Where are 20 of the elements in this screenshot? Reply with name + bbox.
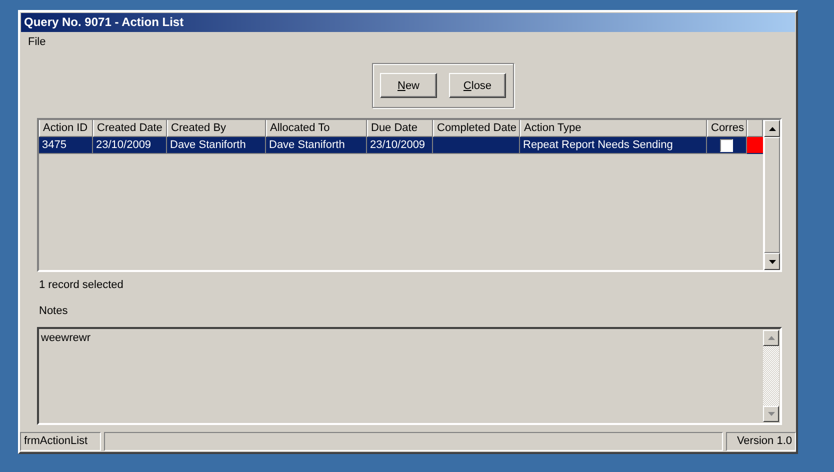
menu-item[interactable]: File [24, 36, 50, 48]
scroll-up-icon[interactable] [768, 126, 776, 130]
selection-status: 1 record selected [39, 279, 124, 293]
status-panel: frmActionList [20, 432, 101, 451]
scrollbar[interactable] [763, 120, 780, 270]
checkbox[interactable] [720, 138, 733, 152]
scroll-down-icon[interactable] [768, 260, 776, 264]
table-row[interactable]: 3475 23/10/2009 Dave Staniforth Dave Staniforth 23/10/2009 Repeat Report Needs Sending [39, 137, 763, 154]
table-cell: Repeat Report Needs Sending [523, 139, 673, 151]
table-cell: 23/10/2009 [370, 139, 426, 151]
notes-label: Notes [39, 305, 69, 319]
notes-field[interactable]: weewrewr [37, 327, 782, 425]
close-button[interactable]: Close [449, 73, 506, 98]
window-title: Query No. 9071 - Action List [21, 13, 795, 32]
status-panel: Version 1.0 [726, 432, 796, 451]
table-cell: 3475 [42, 139, 66, 151]
table-cell: Dave Staniforth [170, 139, 246, 151]
new-button[interactable]: New [380, 73, 437, 98]
table-cell: Dave Staniforth [269, 139, 345, 151]
table-cell: 23/10/2009 [96, 139, 152, 151]
